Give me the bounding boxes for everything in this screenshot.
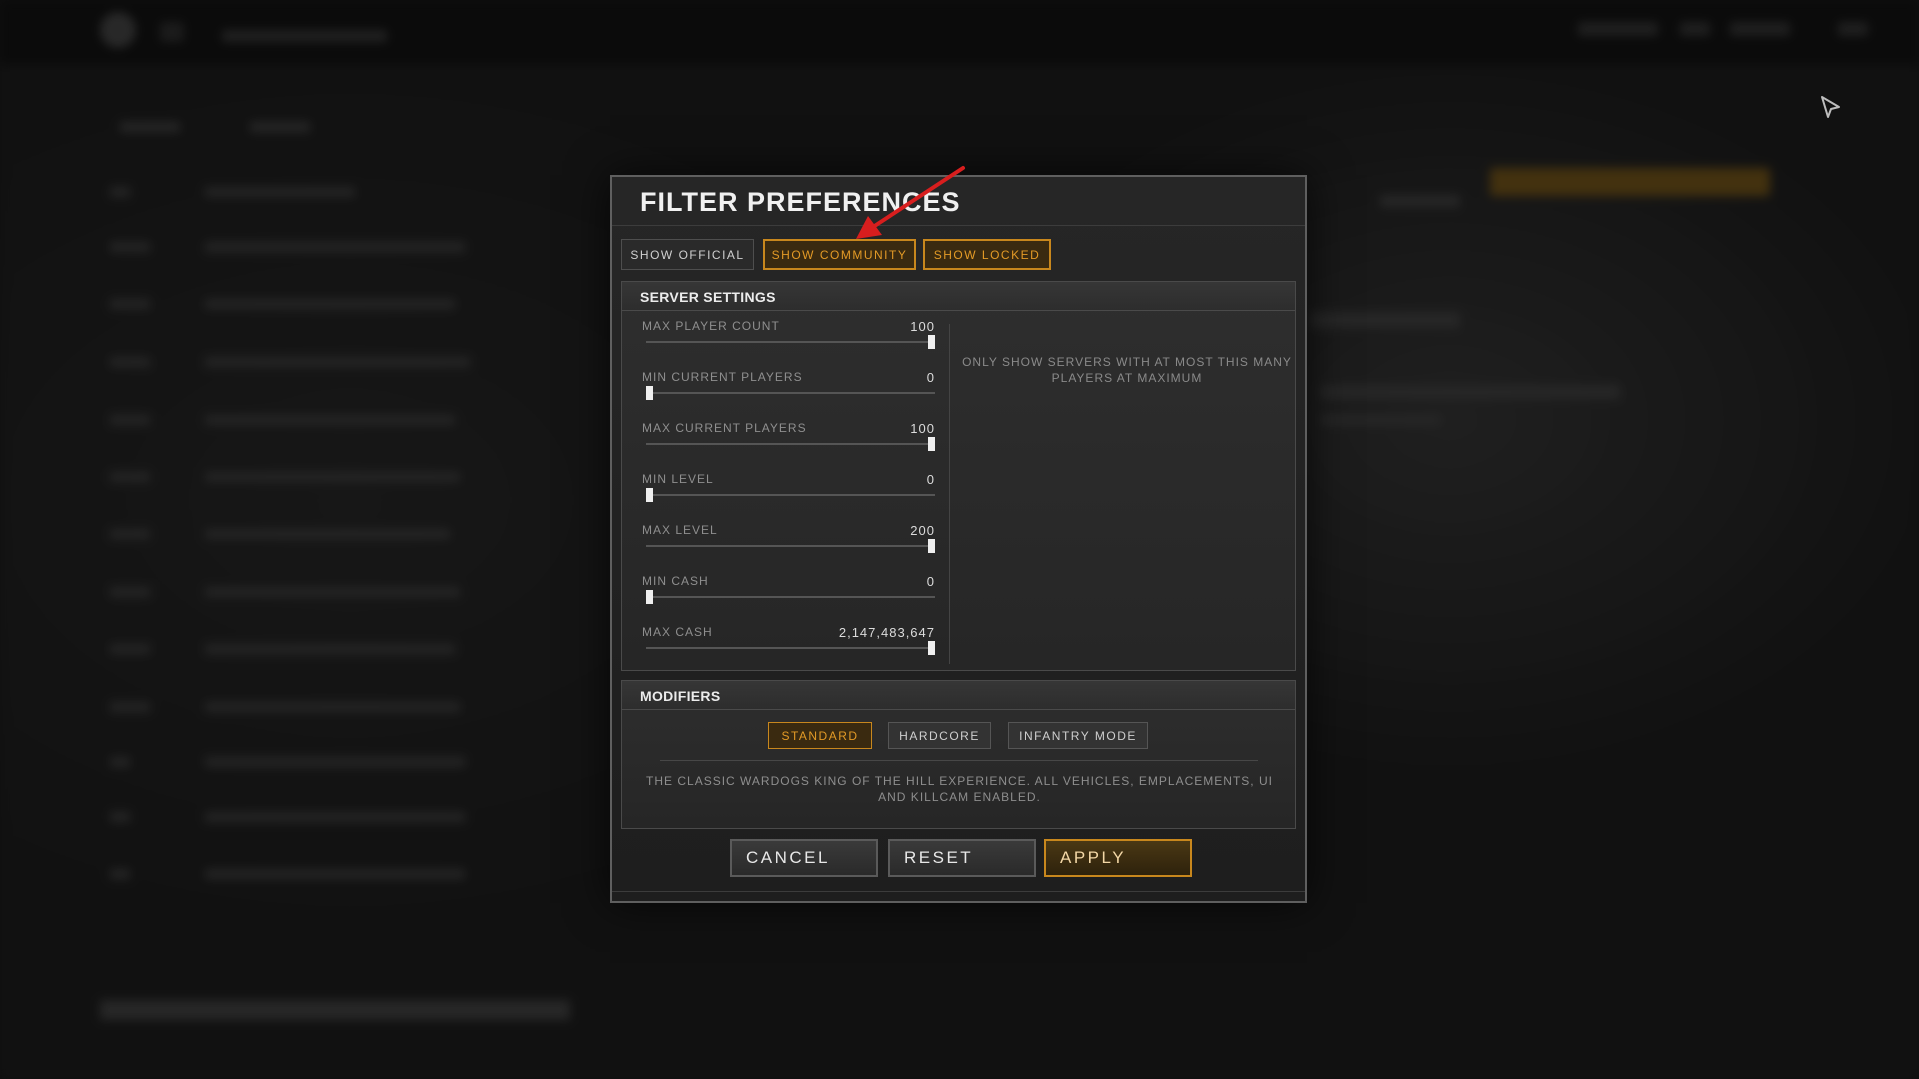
slider-label: MIN CASH	[642, 574, 709, 588]
min-cash-slider[interactable]: MIN CASH 0	[642, 574, 935, 614]
apply-button[interactable]: APPLY	[1044, 839, 1192, 877]
slider-handle[interactable]	[646, 590, 653, 604]
slider-help-text: ONLY SHOW SERVERS WITH AT MOST THIS MANY…	[962, 355, 1292, 385]
show-locked-toggle[interactable]: SHOW LOCKED	[923, 239, 1051, 270]
modifiers-heading: MODIFIERS	[622, 681, 1295, 710]
slider-label: MIN CURRENT PLAYERS	[642, 370, 803, 384]
server-settings-heading: SERVER SETTINGS	[622, 282, 1295, 311]
slider-handle[interactable]	[928, 539, 935, 553]
modifier-description: THE CLASSIC WARDOGS KING OF THE HILL EXP…	[646, 774, 1273, 804]
slider-handle[interactable]	[928, 437, 935, 451]
dialog-title: FILTER PREFERENCES	[640, 187, 961, 217]
title-divider	[612, 225, 1305, 226]
slider-track[interactable]	[646, 443, 935, 445]
slider-label: MAX LEVEL	[642, 523, 718, 537]
max-cash-slider[interactable]: MAX CASH 2,147,483,647	[642, 625, 935, 665]
cancel-button[interactable]: CANCEL	[730, 839, 878, 877]
modifiers-panel: MODIFIERS STANDARD HARDCORE INFANTRY MOD…	[621, 680, 1296, 829]
mouse-cursor-icon	[1821, 96, 1840, 118]
slider-track[interactable]	[646, 494, 935, 496]
slider-label: MAX CURRENT PLAYERS	[642, 421, 807, 435]
slider-label: MAX PLAYER COUNT	[642, 319, 780, 333]
max-current-players-slider[interactable]: MAX CURRENT PLAYERS 100	[642, 421, 935, 461]
hardcore-mode-button[interactable]: HARDCORE	[888, 722, 991, 749]
show-community-toggle[interactable]: SHOW COMMUNITY	[763, 239, 916, 270]
infantry-mode-button[interactable]: INFANTRY MODE	[1008, 722, 1148, 749]
slider-handle[interactable]	[928, 335, 935, 349]
column-divider	[949, 324, 950, 664]
slider-value: 0	[926, 574, 935, 589]
slider-track[interactable]	[646, 596, 935, 598]
footer-divider	[612, 891, 1305, 892]
slider-value: 100	[910, 319, 935, 334]
reset-button[interactable]: RESET	[888, 839, 1036, 877]
slider-value: 2,147,483,647	[838, 625, 935, 640]
slider-value: 100	[910, 421, 935, 436]
modifiers-divider	[660, 760, 1258, 761]
slider-track[interactable]	[646, 341, 935, 343]
show-official-toggle[interactable]: SHOW OFFICIAL	[621, 239, 754, 270]
slider-track[interactable]	[646, 392, 935, 394]
slider-handle[interactable]	[928, 641, 935, 655]
slider-handle[interactable]	[646, 488, 653, 502]
slider-value: 200	[910, 523, 935, 538]
slider-label: MAX CASH	[642, 625, 713, 639]
min-level-slider[interactable]: MIN LEVEL 0	[642, 472, 935, 512]
slider-label: MIN LEVEL	[642, 472, 714, 486]
filter-preferences-dialog: FILTER PREFERENCES SHOW OFFICIAL SHOW CO…	[610, 175, 1307, 903]
max-level-slider[interactable]: MAX LEVEL 200	[642, 523, 935, 563]
slider-handle[interactable]	[646, 386, 653, 400]
slider-value: 0	[926, 370, 935, 385]
max-player-count-slider[interactable]: MAX PLAYER COUNT 100	[642, 319, 935, 359]
slider-track[interactable]	[646, 545, 935, 547]
slider-track[interactable]	[646, 647, 935, 649]
slider-value: 0	[926, 472, 935, 487]
min-current-players-slider[interactable]: MIN CURRENT PLAYERS 0	[642, 370, 935, 410]
standard-mode-button[interactable]: STANDARD	[768, 722, 872, 749]
server-settings-panel: SERVER SETTINGS MAX PLAYER COUNT 100 MIN…	[621, 281, 1296, 671]
